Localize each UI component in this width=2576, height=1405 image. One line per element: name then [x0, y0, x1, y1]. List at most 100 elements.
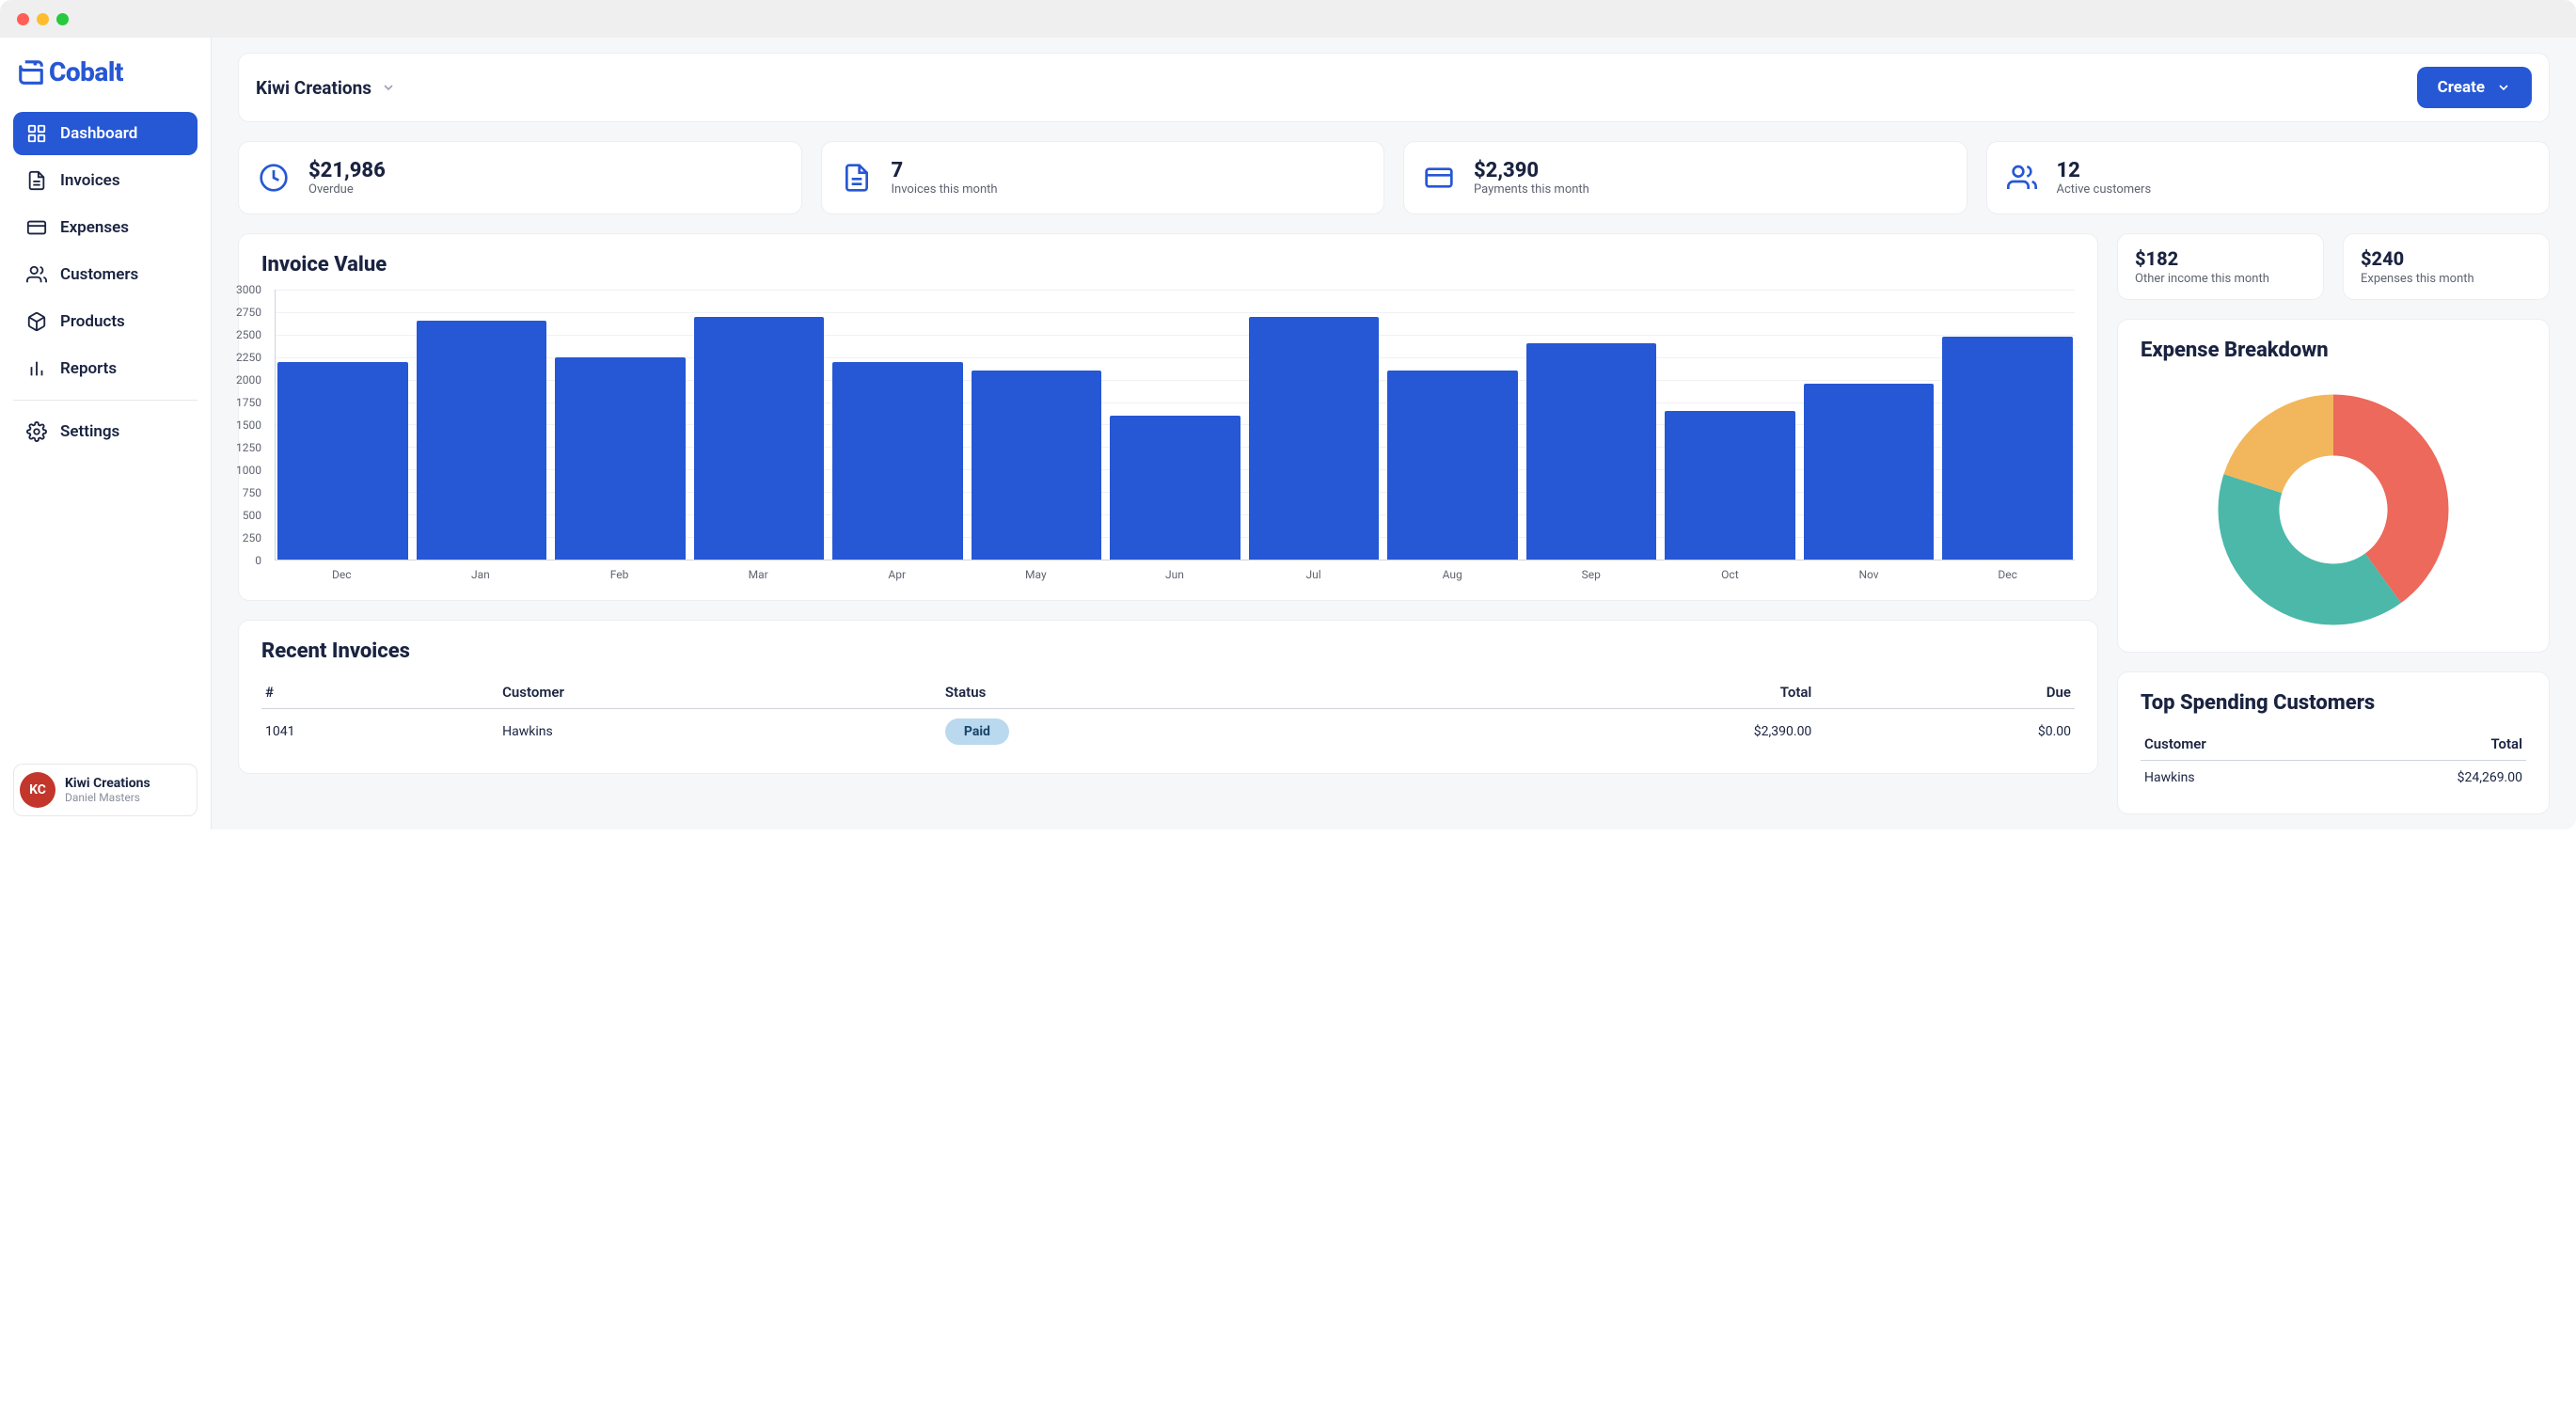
sidebar-item-label: Settings [60, 422, 119, 441]
sidebar-item-reports[interactable]: Reports [13, 347, 198, 390]
kpi-label: Invoices this month [892, 182, 998, 197]
sidebar-item-label: Customers [60, 265, 138, 284]
gear-icon [26, 421, 47, 442]
sidebar-item-settings[interactable]: Settings [13, 410, 198, 453]
sidebar: Cobalt Dashboard Invoices Expenses Customer… [0, 38, 212, 829]
kpi-row: $21,986Overdue7Invoices this month$2,390… [238, 141, 2550, 214]
expense-breakdown-title: Expense Breakdown [2141, 339, 2526, 362]
chart-bar [1804, 384, 1935, 560]
sidebar-item-dashboard[interactable]: Dashboard [13, 112, 198, 155]
company-name: Kiwi Creations [256, 77, 371, 99]
kpi-label: Active customers [2057, 182, 2152, 197]
recent-invoices-table: #CustomerStatusTotalDue 1041HawkinsPaid$… [261, 676, 2075, 754]
chart-x-axis: DecJanFebMarAprMayJunJulAugSepOctNovDec [275, 560, 2075, 581]
table-row[interactable]: 1041HawkinsPaid$2,390.00$0.00 [261, 709, 2075, 755]
table-header: Customer [2141, 728, 2329, 761]
sidebar-item-label: Expenses [60, 218, 129, 237]
kpi-value: 7 [892, 159, 998, 182]
kpi-card: $2,390Payments this month [1403, 141, 1968, 214]
nav: Dashboard Invoices Expenses Customers Produc… [13, 112, 198, 390]
expense-donut-chart [2216, 392, 2451, 627]
main-content: Kiwi Creations Create $21,986Overdue7Inv… [212, 38, 2576, 829]
mini-label: Other income this month [2135, 272, 2306, 286]
sidebar-item-label: Invoices [60, 171, 120, 190]
invoice-value-card: Invoice Value 02505007501000125015001750… [238, 233, 2098, 601]
clock-icon [258, 162, 290, 194]
chart-bar [832, 362, 963, 560]
users-icon [26, 264, 47, 285]
donut-slice [2249, 483, 2383, 594]
mini-stats-row: $182 Other income this month $240 Expenses … [2117, 233, 2550, 300]
chart-bar [277, 362, 408, 560]
sidebar-item-label: Products [60, 312, 125, 331]
chart-bar [1665, 411, 1795, 560]
avatar: KC [20, 772, 55, 808]
company-selector[interactable]: Kiwi Creations [256, 77, 396, 99]
bars-icon [26, 358, 47, 379]
top-customers-card: Top Spending Customers CustomerTotal Haw… [2117, 671, 2550, 814]
card-icon [1423, 162, 1455, 194]
account-company: Kiwi Creations [65, 776, 150, 791]
chart-bar [972, 371, 1102, 560]
chevron-down-icon [381, 80, 396, 95]
mini-label: Expenses this month [2361, 272, 2532, 286]
kpi-label: Payments this month [1474, 182, 1589, 197]
sidebar-item-customers[interactable]: Customers [13, 253, 198, 296]
table-header: Customer [498, 676, 941, 709]
chart-bar [555, 357, 686, 560]
table-header: Total [2329, 728, 2526, 761]
table-header: Status [941, 676, 1398, 709]
chart-bar [417, 321, 547, 560]
chart-y-axis: 0250500750100012501500175020002250250027… [261, 290, 269, 560]
brand-logo: Cobalt [13, 56, 198, 87]
recent-invoices-card: Recent Invoices #CustomerStatusTotalDue … [238, 620, 2098, 774]
chart-bar [1942, 337, 2073, 560]
sidebar-item-invoices[interactable]: Invoices [13, 159, 198, 202]
donut-slice [2333, 425, 2418, 578]
kpi-label: Overdue [308, 182, 386, 197]
chevron-down-icon [2496, 80, 2511, 95]
create-button[interactable]: Create [2417, 67, 2532, 108]
window-maximize-button[interactable] [56, 13, 69, 25]
expense-breakdown-card: Expense Breakdown [2117, 319, 2550, 653]
chart-bar [1249, 317, 1380, 560]
sidebar-item-label: Reports [60, 359, 117, 378]
kpi-card: 12Active customers [1986, 141, 2551, 214]
table-header: # [261, 676, 498, 709]
sidebar-item-expenses[interactable]: Expenses [13, 206, 198, 249]
users-icon [2006, 162, 2038, 194]
chart-bar [1526, 343, 1657, 560]
logo-mark-icon [17, 58, 45, 87]
mini-stat: $182 Other income this month [2117, 233, 2324, 300]
kpi-value: $2,390 [1474, 159, 1589, 182]
chart-plot [275, 290, 2075, 560]
card-icon [26, 217, 47, 238]
box-icon [26, 311, 47, 332]
status-badge: Paid [945, 718, 1009, 745]
table-header: Due [1815, 676, 2075, 709]
recent-invoices-title: Recent Invoices [261, 639, 2075, 663]
table-row[interactable]: Hawkins$24,269.00 [2141, 761, 2526, 796]
mini-value: $240 [2361, 247, 2532, 270]
account-user: Daniel Masters [65, 791, 150, 804]
chart-bar [694, 317, 825, 560]
mini-stat: $240 Expenses this month [2343, 233, 2550, 300]
kpi-card: 7Invoices this month [821, 141, 1385, 214]
kpi-card: $21,986Overdue [238, 141, 802, 214]
nav-separator [13, 400, 198, 401]
window-titlebar [0, 0, 2576, 38]
sidebar-item-products[interactable]: Products [13, 300, 198, 343]
window-close-button[interactable] [17, 13, 29, 25]
invoice-value-title: Invoice Value [261, 253, 2075, 276]
file-icon [841, 162, 873, 194]
kpi-value: $21,986 [308, 159, 386, 182]
donut-slice [2252, 425, 2333, 483]
mini-value: $182 [2135, 247, 2306, 270]
create-button-label: Create [2438, 78, 2485, 97]
file-icon [26, 170, 47, 191]
account-switcher[interactable]: KC Kiwi Creations Daniel Masters [13, 764, 198, 816]
window-minimize-button[interactable] [37, 13, 49, 25]
top-customers-table: CustomerTotal Hawkins$24,269.00 [2141, 728, 2526, 795]
chart-bar [1110, 416, 1241, 560]
brand-name: Cobalt [49, 56, 123, 87]
